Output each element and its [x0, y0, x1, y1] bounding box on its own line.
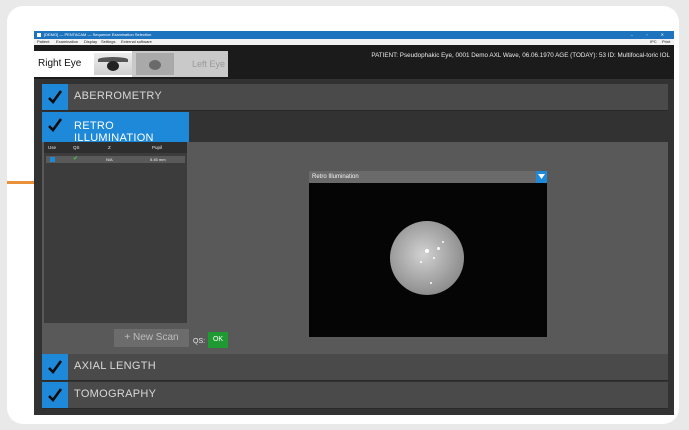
section-label: ABERROMETRY [74, 90, 163, 102]
checkmark-icon[interactable] [42, 84, 68, 110]
use-checkbox[interactable] [50, 157, 55, 162]
qs-label: QS: [193, 338, 206, 345]
qs-status-badge: OK [208, 332, 228, 348]
window-title: [DEMO] — PENTACAM — Sequence Examination… [44, 32, 152, 37]
outer-frame: [DEMO] — PENTACAM — Sequence Examination… [7, 6, 679, 424]
section-label: RETRO ILLUMINATION [74, 120, 154, 144]
eye-selector: Right Eye Left Eye [34, 51, 228, 77]
right-eye-label: Right Eye [38, 58, 82, 69]
retro-illumination-tab[interactable]: RETRO ILLUMINATION [42, 112, 189, 144]
retro-illumination-panel: Use QS Z Pupil ✔ N/A 5.45 mm + New Scan … [42, 142, 668, 354]
title-bar: [DEMO] — PENTACAM — Sequence Examination… [34, 31, 674, 39]
retro-illumination-image [390, 221, 464, 295]
new-scan-button[interactable]: + New Scan [114, 329, 189, 347]
application-window: [DEMO] — PENTACAM — Sequence Examination… [34, 31, 674, 415]
chevron-down-icon[interactable] [536, 171, 547, 183]
section-label: TOMOGRAPHY [74, 388, 157, 400]
section-aberrometry[interactable]: ABERROMETRY [42, 84, 668, 111]
cell-z: N/A [106, 157, 113, 162]
left-eye-label: Left Eye [192, 59, 226, 69]
section-tomography[interactable]: TOMOGRAPHY [42, 382, 668, 409]
qs-check-icon: ✔ [73, 156, 79, 162]
column-header-use: Use [48, 145, 57, 150]
column-header-z: Z [108, 145, 111, 150]
app-logo-icon [37, 33, 41, 37]
scan-table-header: Use QS Z Pupil [44, 142, 187, 153]
table-row[interactable]: ✔ N/A 5.45 mm [46, 156, 185, 163]
dropdown-value: Retro Illumination [312, 174, 359, 180]
right-eye-tab[interactable]: Right Eye [34, 51, 132, 77]
patient-info: PATIENT: Pseudophakic Eye, 0001 Demo AXL… [371, 52, 670, 59]
window-controls[interactable]: – ▫ ✕ [631, 31, 670, 39]
column-header-pupil: Pupil [152, 145, 163, 150]
patient-header: Right Eye Left Eye PATIENT: Pseudophakic… [34, 45, 674, 79]
checkmark-icon[interactable] [42, 382, 68, 408]
image-viewer: Retro Illumination [309, 171, 547, 337]
section-label: AXIAL LENGTH [74, 360, 157, 372]
left-eye-icon [136, 53, 174, 75]
orange-marker [7, 181, 34, 184]
right-eye-icon [94, 53, 132, 75]
section-retro-illumination[interactable]: RETRO ILLUMINATION [42, 112, 668, 144]
checkmark-icon[interactable] [42, 354, 68, 380]
column-header-qs: QS [73, 145, 80, 150]
section-axial-length[interactable]: AXIAL LENGTH [42, 354, 668, 381]
image-type-dropdown[interactable]: Retro Illumination [309, 171, 547, 183]
checkmark-icon[interactable] [42, 112, 68, 142]
scan-list: Use QS Z Pupil ✔ N/A 5.45 mm [44, 142, 187, 323]
cell-pupil: 5.45 mm [150, 157, 166, 162]
